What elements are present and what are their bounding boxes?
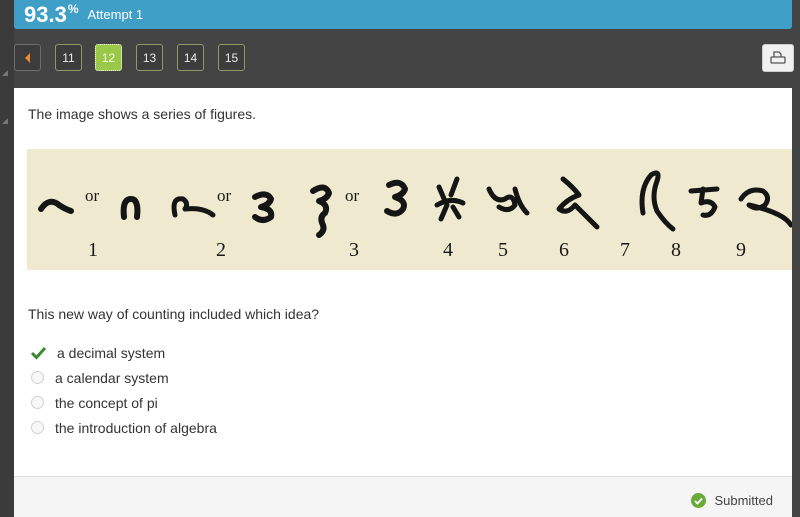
resize-handle-icon bbox=[2, 70, 8, 76]
page-button-11[interactable]: 11 bbox=[55, 44, 82, 71]
numeral-glyph bbox=[384, 179, 408, 217]
radio-button[interactable] bbox=[31, 371, 44, 384]
app-root: 93.3% Attempt 1 11 12 13 14 15 The image… bbox=[0, 0, 800, 517]
resize-handle-icon bbox=[2, 118, 8, 124]
option-label: the concept of pi bbox=[55, 394, 158, 411]
numeral-glyph bbox=[486, 186, 530, 216]
checkmark-icon bbox=[30, 346, 47, 360]
numeral-glyph bbox=[434, 176, 466, 222]
numeral-label-3: 3 bbox=[349, 239, 359, 261]
score-header: 93.3% Attempt 1 bbox=[14, 0, 792, 29]
page-button-12[interactable]: 12 bbox=[95, 44, 122, 71]
numeral-glyph bbox=[556, 176, 600, 230]
numeral-glyph bbox=[252, 191, 275, 223]
answer-option-1[interactable]: a decimal system bbox=[30, 340, 217, 365]
radio-button[interactable] bbox=[31, 396, 44, 409]
numeral-label-6: 6 bbox=[559, 239, 569, 261]
page-button-13[interactable]: 13 bbox=[136, 44, 163, 71]
answer-option-4[interactable]: the introduction of algebra bbox=[30, 415, 217, 440]
caret-left-icon bbox=[25, 52, 30, 63]
numeral-glyph bbox=[639, 170, 676, 232]
attempt-label: Attempt 1 bbox=[87, 7, 144, 22]
left-sidebar-strip bbox=[0, 0, 14, 517]
card-footer: Submitted bbox=[14, 476, 792, 517]
print-button[interactable] bbox=[762, 44, 794, 72]
numerals-image: or or or 1 2 3 4 5 6 7 8 9 bbox=[38, 170, 792, 261]
radio-button[interactable] bbox=[31, 421, 44, 434]
numeral-glyph bbox=[171, 196, 216, 218]
printer-icon bbox=[770, 51, 786, 64]
numeral-label-7: 7 bbox=[620, 239, 630, 261]
numeral-glyph bbox=[738, 187, 792, 228]
page-button-14[interactable]: 14 bbox=[177, 44, 204, 71]
answer-option-3[interactable]: the concept of pi bbox=[30, 390, 217, 415]
numerals-figure: or or or 1 2 3 4 5 6 7 8 9 bbox=[27, 149, 792, 270]
numeral-glyph bbox=[38, 198, 74, 214]
question-intro: The image shows a series of figures. bbox=[28, 106, 256, 122]
question-card: The image shows a series of figures. or … bbox=[14, 88, 792, 517]
score-percent-sign: % bbox=[67, 2, 79, 16]
answer-option-2[interactable]: a calendar system bbox=[30, 365, 217, 390]
or-text: or bbox=[345, 186, 360, 205]
answer-options: a decimal system a calendar system the c… bbox=[30, 340, 217, 440]
numeral-label-5: 5 bbox=[498, 239, 508, 261]
numeral-label-8: 8 bbox=[671, 239, 681, 261]
question-text: This new way of counting included which … bbox=[28, 306, 320, 322]
option-label: the introduction of algebra bbox=[55, 419, 217, 436]
numeral-label-9: 9 bbox=[736, 239, 746, 261]
option-label: a decimal system bbox=[57, 344, 166, 361]
option-label: a calendar system bbox=[55, 369, 169, 386]
question-navigation: 11 12 13 14 15 bbox=[14, 44, 794, 74]
or-text: or bbox=[85, 186, 100, 205]
numeral-label-1: 1 bbox=[88, 239, 98, 261]
numeral-glyph bbox=[688, 186, 720, 218]
submission-status: Submitted bbox=[691, 493, 773, 508]
numeral-glyph bbox=[310, 184, 332, 238]
check-circle-icon bbox=[691, 493, 707, 508]
score-value: 93.3% bbox=[24, 2, 79, 27]
numeral-label-4: 4 bbox=[443, 239, 453, 261]
previous-button[interactable] bbox=[14, 44, 41, 71]
or-text: or bbox=[217, 186, 232, 205]
status-text: Submitted bbox=[714, 493, 773, 508]
numeral-label-2: 2 bbox=[216, 239, 226, 261]
numeral-glyph bbox=[120, 196, 141, 220]
page-button-15[interactable]: 15 bbox=[218, 44, 245, 71]
